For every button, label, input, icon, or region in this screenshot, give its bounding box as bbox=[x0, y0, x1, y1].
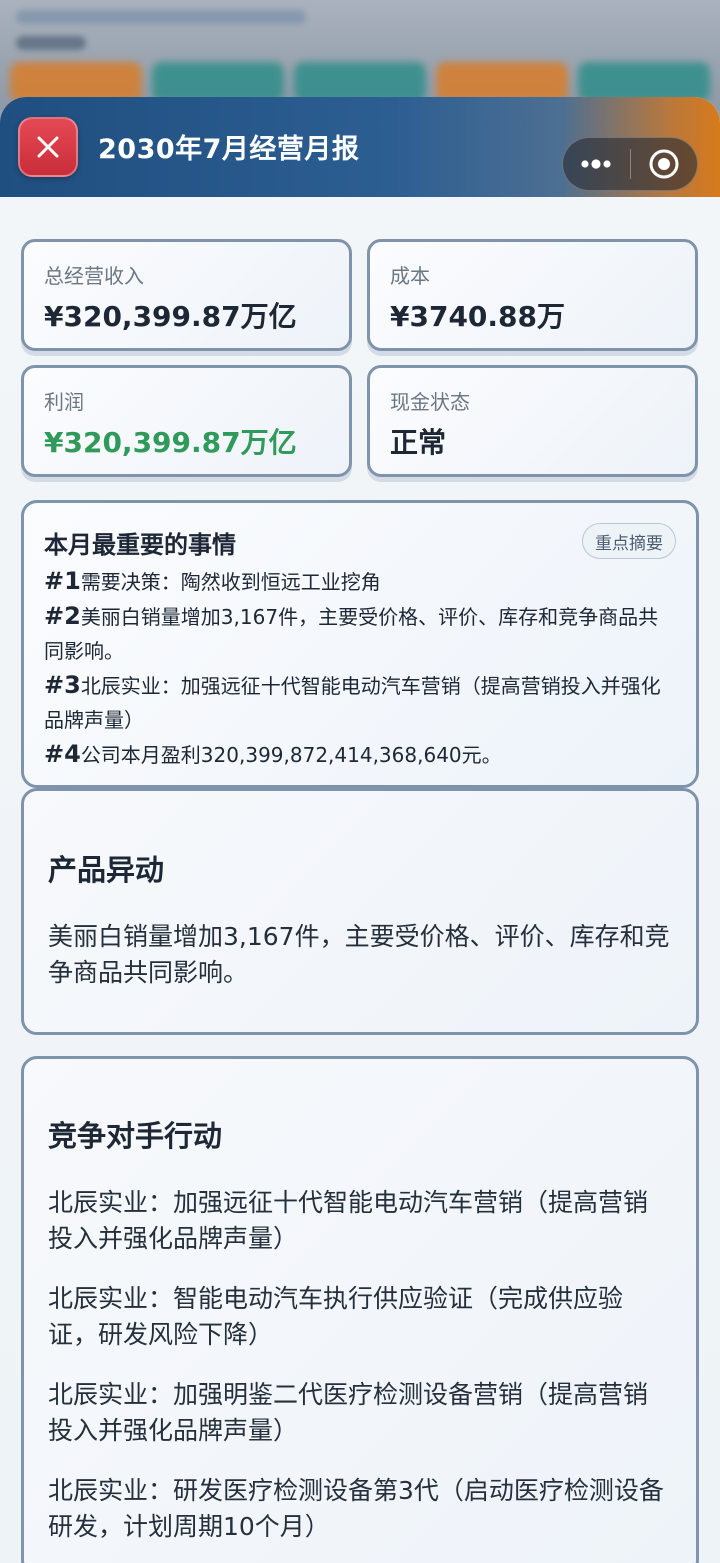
close-icon bbox=[37, 136, 59, 158]
stat-card-cash: 现金状态 正常 bbox=[367, 365, 698, 477]
section-title: 竞争对手行动 bbox=[48, 1119, 223, 1153]
competitor-action-item: 北辰实业：加强明鉴二代医疗检测设备营销（提高营销投入并强化品牌声量） bbox=[48, 1380, 649, 1445]
stat-value: ¥320,399.87万亿 bbox=[44, 426, 297, 459]
highlight-text: 美丽白销量增加3,167件，主要受价格、评价、库存和竞争商品共同影响。 bbox=[44, 605, 659, 663]
blurred-chip bbox=[436, 62, 568, 102]
highlight-text: 北辰实业：加强远征十代智能电动汽车营销（提高营销投入并强化品牌声量） bbox=[44, 674, 661, 732]
stat-label: 成本 bbox=[390, 264, 430, 288]
stat-label: 现金状态 bbox=[390, 390, 470, 414]
close-button[interactable] bbox=[18, 117, 78, 177]
report-sheet: 2030年7月经营月报 总经营收入 ¥320,399.87万亿 成本 ¥3740… bbox=[0, 97, 720, 1563]
competitor-action-item: 北辰实业：智能电动汽车执行供应验证（完成供应验证，研发风险下降） bbox=[48, 1284, 624, 1349]
miniprogram-capsule bbox=[562, 137, 698, 191]
target-icon bbox=[649, 149, 679, 179]
exit-button[interactable] bbox=[631, 137, 698, 191]
stat-value: ¥3740.88万 bbox=[390, 300, 566, 333]
more-button[interactable] bbox=[563, 137, 630, 191]
highlight-item: #1需要决策：陶然收到恒远工业挖角 bbox=[44, 564, 676, 599]
competitor-action-item: 北辰实业：研发医疗检测设备第3代（启动医疗检测设备研发，计划周期10个月） bbox=[48, 1476, 664, 1541]
highlight-number: #1 bbox=[44, 567, 81, 595]
highlights-list: #1需要决策：陶然收到恒远工业挖角 #2美丽白销量增加3,167件，主要受价格、… bbox=[44, 564, 676, 772]
highlight-number: #2 bbox=[44, 602, 81, 630]
highlight-item: #2美丽白销量增加3,167件，主要受价格、评价、库存和竞争商品共同影响。 bbox=[44, 599, 676, 668]
section-text: 美丽白销量增加3,167件，主要受价格、评价、库存和竞争商品共同影响。 bbox=[48, 922, 670, 987]
product-change-card: 产品异动 美丽白销量增加3,167件，主要受价格、评价、库存和竞争商品共同影响。 bbox=[21, 788, 699, 1035]
stat-label: 利润 bbox=[44, 390, 84, 414]
background-blur bbox=[0, 0, 720, 110]
highlights-card: 本月最重要的事情 重点摘要 #1需要决策：陶然收到恒远工业挖角 #2美丽白销量增… bbox=[21, 500, 699, 788]
blurred-text bbox=[16, 36, 86, 50]
stat-label: 总经营收入 bbox=[44, 264, 144, 288]
competitor-actions-card: 竞争对手行动 北辰实业：加强远征十代智能电动汽车营销（提高营销投入并强化品牌声量… bbox=[21, 1056, 699, 1563]
blurred-text bbox=[16, 10, 306, 24]
more-dots-icon bbox=[581, 159, 611, 169]
competitor-action-item: 北辰实业：加强远征十代智能电动汽车营销（提高营销投入并强化品牌声量） bbox=[48, 1188, 649, 1253]
sheet-header: 2030年7月经营月报 bbox=[0, 97, 720, 197]
summary-badge: 重点摘要 bbox=[582, 523, 676, 559]
blurred-chip bbox=[578, 62, 710, 102]
highlight-text: 需要决策：陶然收到恒远工业挖角 bbox=[80, 570, 381, 594]
section-title: 产品异动 bbox=[48, 853, 165, 887]
page-title: 2030年7月经营月报 bbox=[98, 134, 360, 165]
stat-card-cost: 成本 ¥3740.88万 bbox=[367, 239, 698, 351]
highlight-item: #3北辰实业：加强远征十代智能电动汽车营销（提高营销投入并强化品牌声量） bbox=[44, 668, 676, 737]
stat-value: ¥320,399.87万亿 bbox=[44, 300, 297, 333]
stat-card-revenue: 总经营收入 ¥320,399.87万亿 bbox=[21, 239, 352, 351]
highlight-item: #4公司本月盈利320,399,872,414,368,640元。 bbox=[44, 737, 676, 772]
blurred-chip bbox=[294, 62, 426, 102]
highlight-text: 公司本月盈利320,399,872,414,368,640元。 bbox=[80, 743, 502, 767]
blurred-chip bbox=[152, 62, 284, 102]
highlight-number: #4 bbox=[44, 740, 81, 768]
highlight-number: #3 bbox=[44, 671, 81, 699]
stat-value: 正常 bbox=[390, 426, 447, 459]
stat-card-profit: 利润 ¥320,399.87万亿 bbox=[21, 365, 352, 477]
blurred-chip bbox=[10, 62, 142, 102]
